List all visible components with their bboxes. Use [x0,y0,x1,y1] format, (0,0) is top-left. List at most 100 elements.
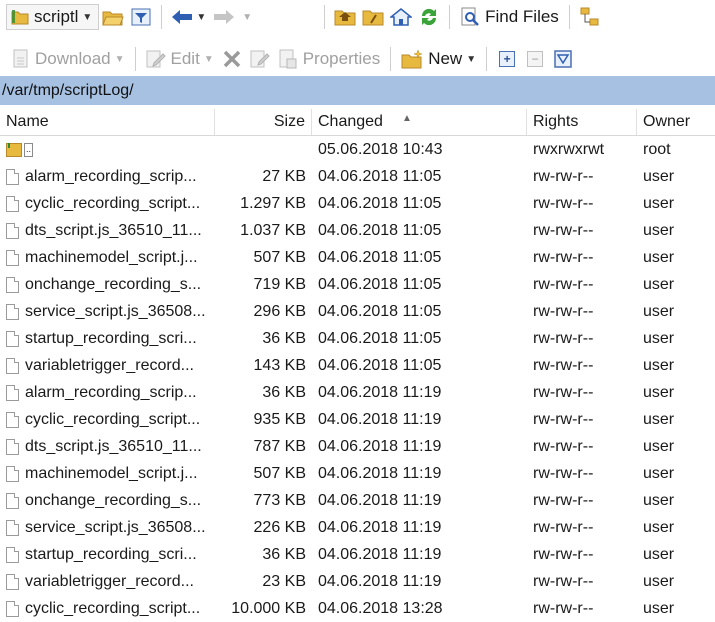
row-changed: 04.06.2018 11:05 [318,194,442,212]
row-size: 773 KB [253,491,306,509]
minus-box-icon: − [527,51,544,67]
tree-toggle-icon [580,7,599,26]
tree-toggle-button[interactable] [576,4,604,30]
row-size: 1.297 KB [240,194,306,212]
parent-directory-button[interactable] [331,4,359,30]
properties-label: Properties [302,49,381,68]
find-files-label: Find Files [485,7,559,26]
row-rights: rw-rw-r-- [533,221,594,239]
filter-button[interactable] [127,4,155,30]
file-row[interactable]: cyclic_recording_script... 1.297 KB 04.0… [0,190,715,217]
edit-button[interactable]: Edit ▼ [142,46,218,72]
download-button[interactable]: Download ▼ [8,46,129,72]
refresh-button[interactable] [415,4,443,30]
file-rows: alarm_recording_scrip... 27 KB 04.06.201… [0,163,715,622]
download-chevron-icon[interactable]: ▼ [115,54,125,65]
row-owner: user [643,491,675,509]
parent-folder-up-icon [6,142,22,157]
file-row[interactable]: cyclic_recording_script... 10.000 KB 04.… [0,595,715,622]
filter-mask-button[interactable] [549,46,577,72]
download-icon [13,49,28,68]
root-directory-button[interactable] [359,4,387,30]
toolbar-separator [486,47,488,71]
row-name: dts_script.js_36510_11... [25,437,202,455]
row-size: 226 KB [253,518,306,536]
edit-chevron-icon[interactable]: ▼ [204,54,214,65]
file-row[interactable]: service_script.js_36508... 296 KB 04.06.… [0,298,715,325]
path-bar[interactable]: /var/tmp/scriptLog/ [0,76,715,105]
file-row[interactable]: variabletrigger_record... 143 KB 04.06.2… [0,352,715,379]
row-owner: user [643,464,675,482]
row-size: 296 KB [253,302,306,320]
file-row[interactable]: dts_script.js_36510_11... 787 KB 04.06.2… [0,433,715,460]
file-icon [6,546,19,563]
file-row[interactable]: dts_script.js_36510_11... 1.037 KB 04.06… [0,217,715,244]
file-row[interactable]: machinemodel_script.j... 507 KB 04.06.20… [0,244,715,271]
row-changed: 04.06.2018 11:19 [318,437,442,455]
forward-button[interactable] [210,4,238,30]
rename-button[interactable] [246,46,274,72]
row-rights: rw-rw-r-- [533,491,594,509]
row-name: onchange_recording_s... [25,275,202,293]
row-name: variabletrigger_record... [25,572,194,590]
column-header-size[interactable]: Size [215,109,312,135]
column-header-rights[interactable]: Rights [527,109,637,135]
select-all-button[interactable]: + [493,46,521,72]
plus-box-icon: + [499,51,516,67]
row-size: 787 KB [253,437,306,455]
column-header-changed[interactable]: Changed ▲ [312,109,527,135]
file-row[interactable]: startup_recording_scri... 36 KB 04.06.20… [0,325,715,352]
row-changed: 04.06.2018 11:19 [318,572,442,590]
file-row[interactable]: variabletrigger_record... 23 KB 04.06.20… [0,568,715,595]
row-owner: user [643,437,675,455]
chevron-down-icon[interactable]: ▼ [82,12,92,23]
back-history-chevron-icon[interactable]: ▼ [196,12,206,23]
file-row[interactable]: cyclic_recording_script... 935 KB 04.06.… [0,406,715,433]
delete-button[interactable] [218,46,246,72]
toolbar-separator [568,5,570,29]
file-icon [6,384,19,401]
deselect-button[interactable]: − [521,46,549,72]
folder-icon [11,10,29,25]
file-row[interactable]: alarm_recording_scrip... 27 KB 04.06.201… [0,163,715,190]
file-icon [6,357,19,374]
column-header-owner[interactable]: Owner [637,109,715,135]
row-rights: rw-rw-r-- [533,194,594,212]
back-button[interactable] [168,4,196,30]
row-changed: 04.06.2018 11:19 [318,464,442,482]
file-row[interactable]: onchange_recording_s... 773 KB 04.06.201… [0,487,715,514]
row-owner: user [643,410,675,428]
location-dropdown[interactable]: scriptl ▼ [6,4,100,30]
file-row[interactable]: service_script.js_36508... 226 KB 04.06.… [0,514,715,541]
file-row[interactable]: machinemodel_script.j... 507 KB 04.06.20… [0,460,715,487]
row-rights: rw-rw-r-- [533,518,594,536]
properties-button[interactable]: Properties [274,46,384,72]
row-name: variabletrigger_record... [25,356,194,374]
find-files-button[interactable]: Find Files [456,4,563,30]
file-row[interactable]: alarm_recording_scrip... 36 KB 04.06.201… [0,379,715,406]
file-icon [6,195,19,212]
home-directory-button[interactable] [387,4,415,30]
new-button[interactable]: New ▼ [397,46,480,72]
root-folder-icon [362,10,384,26]
row-changed: 04.06.2018 11:05 [318,329,442,347]
row-size: 935 KB [253,410,306,428]
row-name: service_script.js_36508... [25,518,206,536]
toolbar-separator [449,5,451,29]
new-folder-icon [401,49,423,69]
file-row[interactable]: startup_recording_scri... 36 KB 04.06.20… [0,541,715,568]
file-icon [6,573,19,590]
parent-directory-row[interactable]: .. 05.06.2018 10:43 rwxrwxrwt root [0,136,715,163]
file-icon [6,249,19,266]
open-directory-button[interactable] [99,4,127,30]
row-rights: rwxrwxrwt [533,140,605,158]
navigation-toolbar: scriptl ▼ ▼ ▼ Find Files [0,0,715,34]
filter-icon [131,8,151,26]
row-rights: rw-rw-r-- [533,383,594,401]
forward-history-chevron-icon[interactable]: ▼ [242,12,252,23]
column-header-name[interactable]: Name [0,109,215,135]
file-row[interactable]: onchange_recording_s... 719 KB 04.06.201… [0,271,715,298]
new-chevron-icon[interactable]: ▼ [466,54,476,65]
row-name: alarm_recording_scrip... [25,167,197,185]
forward-arrow-icon [214,10,235,24]
